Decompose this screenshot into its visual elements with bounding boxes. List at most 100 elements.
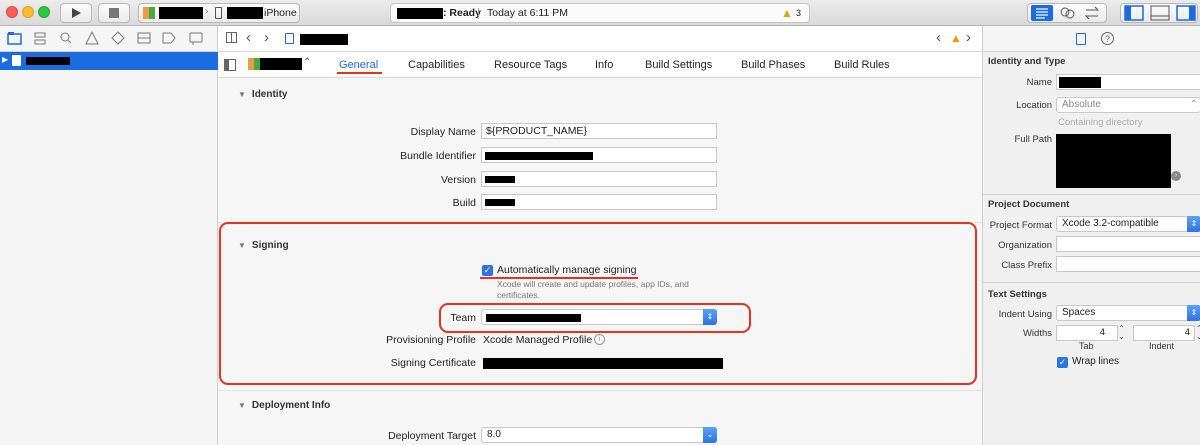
target-app-icon xyxy=(248,58,260,70)
version-field[interactable] xyxy=(481,171,717,187)
name-field[interactable] xyxy=(1056,74,1200,90)
project-editor-tabs: ⌃ General Capabilities Resource Tags Inf… xyxy=(218,52,982,78)
general-settings-editor: ▼ Identity Display Name ${PRODUCT_NAME} B… xyxy=(218,78,982,445)
breakpoint-navigator-icon xyxy=(162,32,176,44)
indent-width-field[interactable]: 4 xyxy=(1133,325,1195,341)
play-icon xyxy=(72,8,81,18)
tab-build-rules[interactable]: Build Rules xyxy=(834,59,890,71)
forward-arrow-icon[interactable]: › xyxy=(264,29,269,46)
tab-resource-tags[interactable]: Resource Tags xyxy=(494,59,567,71)
version-label: Version xyxy=(440,174,476,186)
standard-editor-icon xyxy=(1031,5,1053,21)
deployment-target-combobox[interactable]: 8.0 ⌄ xyxy=(481,427,717,443)
project-row-selected[interactable]: ▶ xyxy=(0,52,218,70)
tab-width-field[interactable]: 4 xyxy=(1056,325,1118,341)
related-items-icon[interactable] xyxy=(226,32,237,43)
tab-capabilities[interactable]: Capabilities xyxy=(408,59,465,71)
navigator-icons xyxy=(7,30,203,45)
run-button[interactable] xyxy=(60,3,92,23)
project-name-redacted xyxy=(26,57,70,65)
tab-width-stepper[interactable]: ⌃ ⌄ xyxy=(1118,325,1125,341)
name-label: Name xyxy=(1026,77,1052,88)
project-format-label: Project Format xyxy=(989,220,1052,231)
section-divider xyxy=(218,390,982,391)
full-path-label: Full Path xyxy=(1014,134,1053,145)
team-annotation-box xyxy=(439,303,751,333)
close-window-button[interactable] xyxy=(6,6,18,18)
bundle-identifier-label: Bundle Identifier xyxy=(400,150,476,162)
tab-build-settings[interactable]: Build Settings xyxy=(645,59,712,71)
test-navigator-icon xyxy=(111,31,125,45)
window-toolbar: › iPhone : Ready | Today at 6:11 PM ▲ 3 xyxy=(0,0,1200,26)
deployment-section-title: Deployment Info xyxy=(251,400,331,411)
project-navigator-icon xyxy=(7,32,22,45)
full-path-redacted xyxy=(1056,134,1171,188)
stop-button[interactable] xyxy=(98,3,130,23)
previous-issue-icon[interactable]: ‹ xyxy=(936,29,941,46)
tab-build-phases[interactable]: Build Phases xyxy=(741,59,805,71)
zoom-window-button[interactable] xyxy=(38,6,50,18)
organization-field[interactable] xyxy=(1056,236,1200,252)
project-name-redacted xyxy=(397,8,443,19)
show-targets-icon[interactable] xyxy=(224,59,236,71)
indent-using-label: Indent Using xyxy=(998,309,1052,320)
text-settings-header: Text Settings xyxy=(988,289,1047,300)
next-issue-icon[interactable]: › xyxy=(966,29,971,46)
editor-mode-icons xyxy=(1031,5,1100,21)
editor-mode-segment[interactable] xyxy=(1027,3,1107,23)
display-name-field[interactable]: ${PRODUCT_NAME} xyxy=(481,123,717,139)
target-name-redacted[interactable] xyxy=(260,58,302,70)
warning-icon[interactable]: ▲ xyxy=(950,31,962,45)
navigator-selector-bar xyxy=(0,26,218,52)
debug-toggle-icon xyxy=(1150,5,1170,21)
minimize-window-button[interactable] xyxy=(22,6,34,18)
indent-using-value: Spaces xyxy=(1062,307,1096,318)
reveal-in-finder-icon[interactable]: › xyxy=(1171,171,1181,181)
panel-toggle-segment[interactable] xyxy=(1120,3,1198,23)
disclosure-triangle-icon[interactable]: ▼ xyxy=(238,90,246,99)
chevron-down-icon[interactable]: ⌄ xyxy=(703,427,717,443)
warning-icon[interactable]: ▲ xyxy=(781,6,793,20)
chevron-right-icon: › xyxy=(205,6,209,17)
device-name: iPhone xyxy=(264,7,297,19)
class-prefix-field[interactable] xyxy=(1056,256,1200,272)
widths-label: Widths xyxy=(1022,328,1052,339)
location-popup[interactable]: Absolute ⌃ xyxy=(1056,97,1200,113)
build-field[interactable] xyxy=(481,194,717,210)
warning-count[interactable]: 3 xyxy=(796,8,801,18)
identity-section-title: Identity xyxy=(251,89,288,100)
bundle-identifier-field[interactable] xyxy=(481,147,717,163)
issue-navigator-icon xyxy=(85,30,99,45)
indent-width-stepper[interactable]: ⌃ ⌄ xyxy=(1196,325,1200,341)
identity-section-header[interactable]: ▼ Identity xyxy=(238,89,287,100)
popup-arrows-icon: ⌃ xyxy=(1189,99,1198,110)
deployment-section-header[interactable]: ▼ Deployment Info xyxy=(238,400,330,411)
name-redacted xyxy=(1059,77,1101,88)
tab-caption: Tab xyxy=(1079,341,1094,351)
jump-project-name-redacted[interactable] xyxy=(300,34,348,45)
tab-general[interactable]: General xyxy=(339,59,378,71)
target-popup-arrows-icon[interactable]: ⌃ xyxy=(303,57,311,68)
location-label: Location xyxy=(1016,100,1052,111)
back-arrow-icon[interactable]: ‹ xyxy=(246,29,251,46)
wrap-lines-checkbox[interactable]: ✓ xyxy=(1057,357,1068,368)
deployment-target-value[interactable]: 8.0 xyxy=(487,429,501,440)
tab-info[interactable]: Info xyxy=(595,59,613,71)
panel-toggle-icons xyxy=(1124,5,1196,21)
indent-using-popup[interactable]: Spaces ⇕ xyxy=(1056,305,1200,321)
build-redacted xyxy=(485,199,515,206)
project-file-icon xyxy=(12,55,21,66)
device-prefix-redacted xyxy=(227,7,263,19)
wrap-lines-label[interactable]: Wrap lines xyxy=(1072,356,1119,367)
scheme-selector[interactable]: › iPhone xyxy=(138,3,300,23)
project-format-value: Xcode 3.2-compatible xyxy=(1062,218,1159,229)
identity-type-header: Identity and Type xyxy=(988,56,1066,67)
quick-help-icon[interactable]: ? xyxy=(1101,32,1114,45)
disclosure-triangle-icon[interactable]: ▼ xyxy=(238,401,246,410)
status-time: Today at 6:11 PM xyxy=(487,7,568,19)
version-redacted xyxy=(485,176,515,183)
project-format-popup[interactable]: Xcode 3.2-compatible ⇕ xyxy=(1056,216,1200,232)
file-inspector-icon[interactable] xyxy=(1076,33,1086,45)
stop-icon xyxy=(109,8,119,18)
disclosure-triangle-icon[interactable]: ▶ xyxy=(2,55,8,64)
